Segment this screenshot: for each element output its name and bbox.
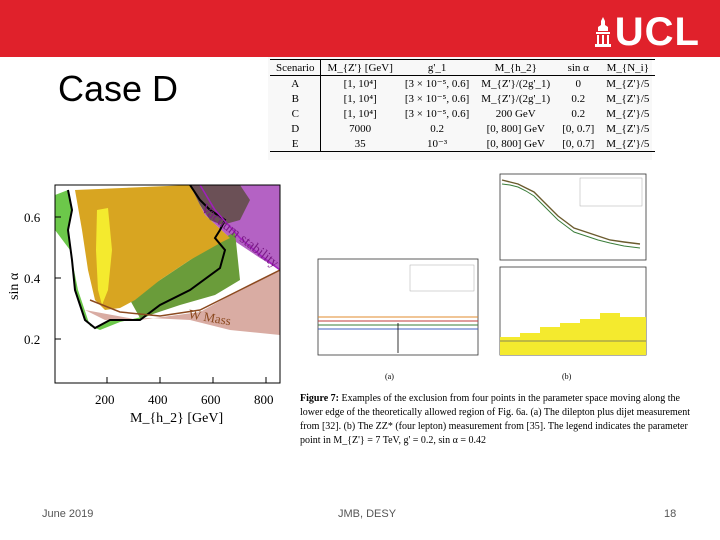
table-row: E 35 10⁻³ [0, 800] GeV [0, 0.7] M_{Z'}/5 xyxy=(270,136,656,152)
table-cell: [0, 800] GeV xyxy=(475,136,557,152)
figure-caption: Figure 7: Examples of the exclusion from… xyxy=(300,392,690,448)
table-row: D 7000 0.2 [0, 800] GeV [0, 0.7] M_{Z'}/… xyxy=(270,121,655,136)
ytick-label: 0.6 xyxy=(24,210,41,225)
ytick-label: 0.4 xyxy=(24,271,41,286)
table-cell: 7000 xyxy=(349,122,372,135)
table-header: M_{Z'} [GeV] xyxy=(320,59,399,76)
table-cell: B xyxy=(270,91,322,106)
table-cell: M_{Z'}/5 xyxy=(606,122,650,135)
xtick-label: 200 xyxy=(95,392,115,407)
table-cell: 200 GeV xyxy=(495,107,536,120)
table-cell: A xyxy=(270,75,322,91)
table-cell: [3 × 10⁻⁵, 0.6] xyxy=(404,93,470,105)
table-cell: M_{Z'}/5 xyxy=(606,107,650,120)
table-cell: 0.2 xyxy=(430,122,444,135)
ratio-plot xyxy=(499,266,647,356)
table-cell: M_{Z'}/5 xyxy=(606,92,650,105)
header-banner: UCL xyxy=(0,0,720,57)
table-cell: E xyxy=(270,136,322,152)
xtick-label: 800 xyxy=(254,392,274,407)
dilepton-dijet-plot xyxy=(317,258,479,356)
table-header: g'_1 xyxy=(398,59,476,76)
table-header-row: Scenario M_{Z'} [GeV] g'_1 M_{h_2} sin α… xyxy=(270,59,656,76)
subfigure-a-label: (a) xyxy=(385,372,394,381)
table-header: Scenario xyxy=(270,59,322,76)
table-header: M_{h_2} xyxy=(475,59,557,76)
table-cell: [3 × 10⁻⁵, 0.6] xyxy=(404,78,470,90)
page-number: 18 xyxy=(664,508,677,520)
table-cell: [0, 0.7] xyxy=(562,122,595,135)
legend xyxy=(579,177,643,207)
table-cell: 10⁻³ xyxy=(398,136,476,152)
caption-text: Examples of the exclusion from four poin… xyxy=(300,393,690,446)
table-cell: M_{Z'}/(2g'_1) xyxy=(481,77,551,90)
x-axis-label: M_{h_2} [GeV] xyxy=(130,411,223,426)
exclusion-plot: 0.6 0.4 0.2 200 400 600 800 M_{h_2} [GeV… xyxy=(7,184,281,426)
subfigure-b-label: (b) xyxy=(562,372,572,381)
table-header: M_{N_i} xyxy=(600,59,656,76)
caption-label: Figure 7: xyxy=(300,393,339,404)
table-cell: M_{Z'}/5 xyxy=(606,77,650,90)
table-header: sin α xyxy=(556,59,601,76)
scenario-table: Scenario M_{Z'} [GeV] g'_1 M_{h_2} sin α… xyxy=(270,59,656,152)
ucl-logo: UCL xyxy=(594,10,700,54)
table-cell: D xyxy=(270,121,322,136)
table-row: A [1, 10⁴] [3 × 10⁻⁵, 0.6] M_{Z'}/(2g'_1… xyxy=(270,75,655,91)
table-cell: 0.2 xyxy=(571,107,586,120)
table-cell: M_{Z'}/5 xyxy=(600,136,656,152)
footer-author: JMB, DESY xyxy=(338,508,397,520)
table-row: C [1, 10⁴] [3 × 10⁻⁵, 0.6] 200 GeV 0.2 M… xyxy=(270,106,655,121)
table-cell: M_{Z'}/(2g'_1) xyxy=(481,92,551,105)
ytick-label: 0.2 xyxy=(24,332,40,347)
y-axis-label: sin α xyxy=(7,272,22,300)
table-cell: C xyxy=(270,106,322,121)
xtick-label: 400 xyxy=(148,392,168,407)
table-cell: [0, 0.7] xyxy=(556,136,601,152)
table-cell: [3 × 10⁻⁵, 0.6] xyxy=(404,108,470,120)
table-cell: [1, 10⁴] xyxy=(343,77,377,90)
four-lepton-plot xyxy=(499,173,647,261)
table-cell: [0, 800] GeV xyxy=(486,122,545,135)
table-cell: 0.2 xyxy=(571,92,586,105)
table-row: B [1, 10⁴] [3 × 10⁻⁵, 0.6] M_{Z'}/(2g'_1… xyxy=(270,91,655,106)
xtick-label: 600 xyxy=(201,392,221,407)
slide-title: Case D xyxy=(58,68,179,109)
portico-icon xyxy=(594,17,611,47)
table-cell: 0 xyxy=(575,77,581,90)
logo-text: UCL xyxy=(614,10,700,54)
table-cell: [1, 10⁴] xyxy=(343,107,377,120)
table-cell: 35 xyxy=(320,136,399,152)
legend xyxy=(409,264,475,292)
footer-date: June 2019 xyxy=(42,508,94,520)
table-cell: [1, 10⁴] xyxy=(343,92,377,105)
